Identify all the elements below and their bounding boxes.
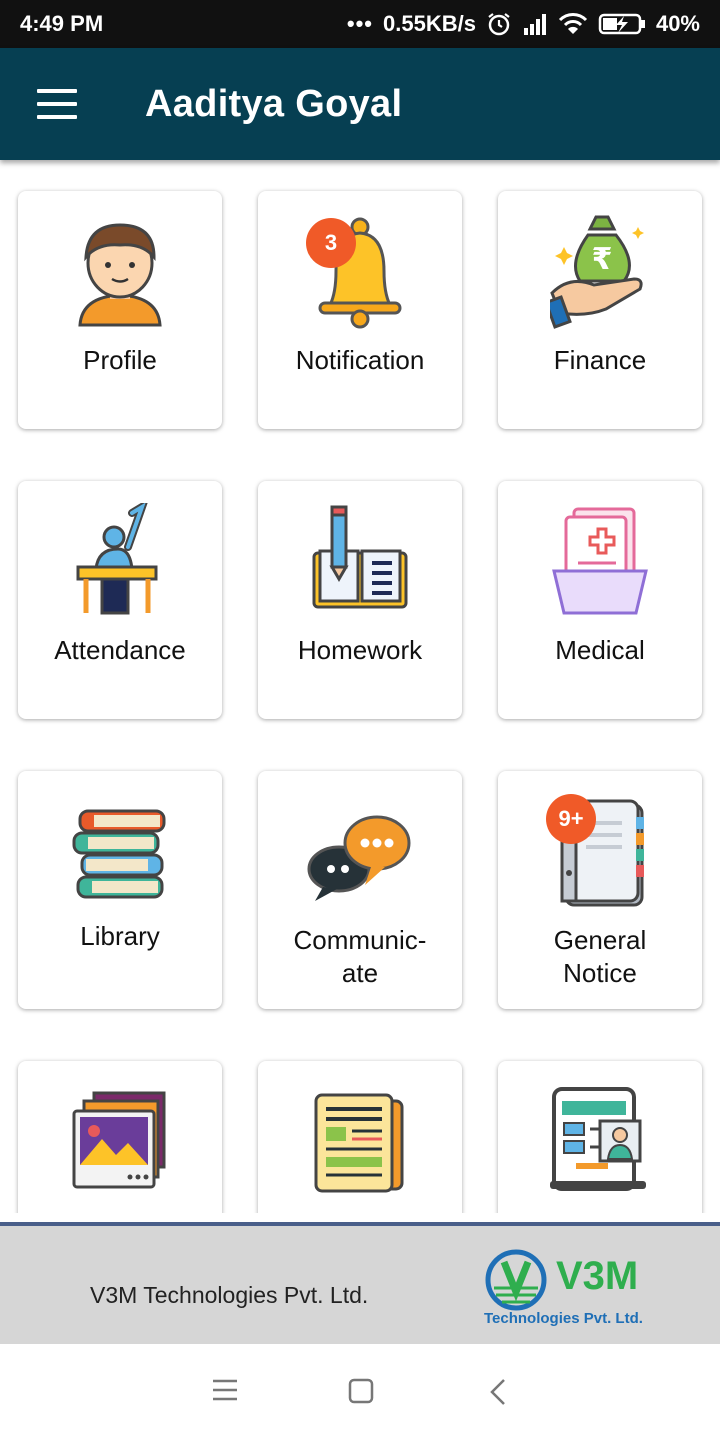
tile-label-line1: General (553, 925, 647, 955)
tile-online-class[interactable] (498, 1061, 702, 1213)
svg-text:₹: ₹ (592, 242, 613, 277)
logo-subtext: Technologies Pvt. Ltd. (484, 1310, 643, 1327)
home-icon[interactable] (348, 1378, 374, 1404)
network-speed: 0.55KB/s (383, 11, 476, 36)
medical-folder-icon (552, 507, 648, 615)
status-right: ••• 0.55KB/s 40% (347, 11, 700, 37)
tile-profile[interactable]: Profile (18, 191, 222, 429)
notification-badge: 3 (306, 218, 356, 268)
tile-notification[interactable]: 3 Notification (258, 191, 462, 429)
tile-attendance[interactable]: Attendance (18, 481, 222, 719)
book-pencil-icon (312, 505, 408, 609)
tile-label-line2: Notice (563, 958, 637, 988)
logo-globe-icon (485, 1249, 547, 1311)
tile-label: Finance (553, 345, 647, 375)
v3m-logo: V3M Technologies Pvt. Ltd. (482, 1244, 672, 1334)
tile-label-line1: Communic- (293, 925, 427, 955)
status-time: 4:49 PM (20, 11, 104, 36)
tile-gallery[interactable] (18, 1061, 222, 1213)
app-bar: Aaditya Goyal (0, 48, 720, 160)
books-stack-icon (72, 809, 166, 899)
tile-general-notice[interactable]: 9+ General Notice (498, 771, 702, 1009)
footer: V3M Technologies Pvt. Ltd. V3M Technolog… (0, 1222, 720, 1344)
hamburger-menu-icon[interactable] (37, 89, 77, 119)
tile-label: Profile (83, 345, 157, 375)
battery-charging-icon (598, 13, 645, 35)
footer-company-name: V3M Technologies Pvt. Ltd. (90, 1282, 369, 1308)
tile-library[interactable]: Library (18, 771, 222, 1009)
tile-label: Notification (295, 345, 425, 375)
newspaper-icon (314, 1093, 404, 1193)
tile-label-line2: ate (341, 958, 379, 988)
profile-icon (78, 223, 162, 327)
alarm-icon (488, 13, 510, 36)
more-dots-icon: ••• (346, 11, 373, 36)
tile-finance[interactable]: ₹ Finance (498, 191, 702, 429)
tile-medical[interactable]: Medical (498, 481, 702, 719)
dashboard-grid: Profile 3 Notification ₹ Finance Attenda… (0, 160, 720, 1213)
tile-label: Homework (297, 635, 423, 665)
tile-label: Communic- ate (258, 924, 462, 990)
tile-communicate[interactable]: Communic- ate (258, 771, 462, 1009)
tile-label: Library (80, 921, 160, 951)
student-desk-icon (76, 503, 158, 615)
gallery-icon (72, 1091, 166, 1189)
tile-newspaper[interactable] (258, 1061, 462, 1213)
notice-badge: 9+ (546, 794, 596, 844)
battery-level: 40% (655, 11, 700, 36)
system-nav-bar (0, 1344, 720, 1440)
signal-icon (523, 14, 546, 35)
chat-bubbles-icon (307, 815, 411, 901)
logo-text: V3M (556, 1254, 639, 1298)
online-class-icon (550, 1087, 646, 1191)
tile-label: General Notice (498, 924, 702, 990)
tile-label: Medical (555, 635, 645, 665)
tile-label: Attendance (54, 635, 186, 665)
money-bag-icon: ₹ (550, 215, 644, 329)
page-title: Aaditya Goyal (145, 82, 403, 125)
status-bar: 4:49 PM ••• 0.55KB/s 40% (0, 0, 720, 48)
back-icon[interactable] (488, 1378, 508, 1406)
wifi-icon (558, 13, 588, 34)
recent-apps-icon[interactable] (212, 1378, 238, 1402)
tile-homework[interactable]: Homework (258, 481, 462, 719)
